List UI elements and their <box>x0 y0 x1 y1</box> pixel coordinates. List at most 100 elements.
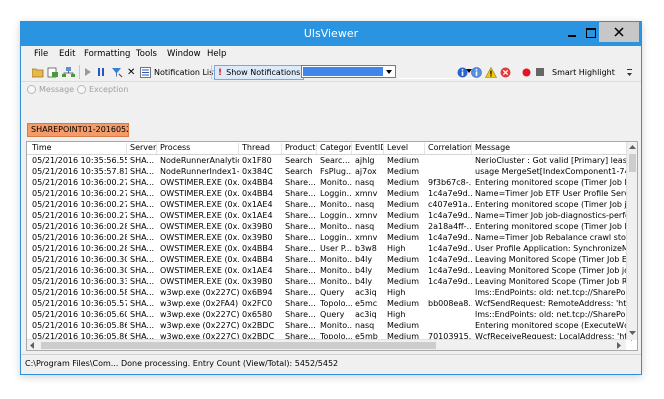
table-cell: User Profile Application: SynchronizeMII… <box>475 244 632 253</box>
table-row[interactable]: 05/21/2016 10:36:00.27 SHA... OWSTIMER.EXE… <box>27 210 632 221</box>
column-header[interactable]: Message <box>472 143 632 154</box>
horizontal-scrollbar[interactable] <box>27 339 626 350</box>
column-header[interactable]: Time <box>29 143 127 154</box>
error-icon[interactable] <box>500 66 511 78</box>
info-icon[interactable] <box>471 66 482 78</box>
table-row[interactable]: 05/21/2016 10:36:00.27 SHA... OWSTIMER.EXE… <box>27 199 632 210</box>
minimize-button[interactable] <box>564 26 580 40</box>
toolbar-overflow-icon[interactable] <box>627 66 632 78</box>
table-cell: Name=Timer Job ETF User Profile Service_… <box>475 189 632 198</box>
column-header[interactable]: Correlation <box>425 143 472 154</box>
show-notifications-button[interactable]: ! Show Notifications <box>214 65 305 80</box>
title-bar[interactable]: UlsViewer <box>21 22 641 46</box>
table-row[interactable]: 05/21/2016 10:36:05.86 SHA... w3wp.exe (0x… <box>27 320 632 331</box>
table-cell: Share... <box>285 255 316 264</box>
table-row[interactable]: 05/21/2016 10:36:05.57 SHA... w3wp.exe (0x… <box>27 298 632 309</box>
table-cell: b4ly <box>355 255 373 264</box>
table-cell: Medium <box>387 211 419 220</box>
table-row[interactable]: 05/21/2016 10:36:00.27 SHA... OWSTIMER.EXE… <box>27 177 632 188</box>
notification-list-button[interactable]: Notification List <box>140 66 216 78</box>
menu-formatting[interactable]: Formatting <box>84 49 130 59</box>
table-cell: Share... <box>285 178 316 187</box>
table-row[interactable]: 05/21/2016 10:36:00.28 SHA... OWSTIMER.EXE… <box>27 232 632 243</box>
clear-icon[interactable]: ✕ <box>127 66 135 78</box>
scroll-down-icon <box>629 331 636 335</box>
table-cell: 0x2BDC <box>242 321 275 330</box>
table-cell: SHA... <box>130 189 155 198</box>
table-cell: OWSTIMER.EXE (0x... <box>160 277 239 286</box>
table-cell: Entering monitored scope (Timer Job job-… <box>475 200 632 209</box>
table-row[interactable]: 05/21/2016 10:36:00.30 SHA... OWSTIMER.EXE… <box>27 265 632 276</box>
menu-help[interactable]: Help <box>207 49 226 59</box>
table-cell: SHA... <box>130 244 155 253</box>
column-header[interactable]: Process <box>157 143 239 154</box>
column-header[interactable]: Level <box>384 143 425 154</box>
search-mode-bar: Message Exception <box>21 82 641 96</box>
table-cell: xmnv <box>355 233 378 242</box>
table-row[interactable]: 05/21/2016 10:36:05.60 SHA... w3wp.exe (0x… <box>27 309 632 320</box>
table-cell: 05/21/2016 10:36:00.30 <box>32 266 127 275</box>
table-cell: Share... <box>285 233 316 242</box>
table-cell <box>425 166 472 177</box>
column-header[interactable]: Thread <box>239 143 282 154</box>
table-row[interactable]: 05/21/2016 10:36:00.27 SHA... OWSTIMER.EXE… <box>27 188 632 199</box>
close-button[interactable] <box>599 22 639 42</box>
pause-icon[interactable] <box>97 66 105 78</box>
filter-icon[interactable] <box>111 66 123 78</box>
scroll-thumb[interactable] <box>629 154 636 172</box>
table-cell: Share... <box>285 299 316 308</box>
table-cell: 0x4BB4 <box>242 244 273 253</box>
vertical-scrollbar[interactable] <box>626 142 637 340</box>
record-icon[interactable] <box>522 66 531 78</box>
table-row[interactable]: 05/21/2016 10:36:00.28 SHA... OWSTIMER.EXE… <box>27 243 632 254</box>
menu-file[interactable]: File <box>34 49 48 59</box>
table-cell: e5mc <box>355 299 378 308</box>
table-cell: Share... <box>285 266 316 275</box>
network-icon[interactable] <box>62 66 75 78</box>
table-row[interactable]: 05/21/2016 10:36:00.58 SHA... w3wp.exe (0x… <box>27 287 632 298</box>
table-cell: 0x1AE4 <box>242 266 273 275</box>
table-row[interactable]: 05/21/2016 10:35:56.55 SHA... NodeRunnerAn… <box>27 155 632 166</box>
maximize-button[interactable] <box>583 26 599 40</box>
table-cell: OWSTIMER.EXE (0x... <box>160 244 239 253</box>
play-icon[interactable] <box>84 66 92 78</box>
stop-icon[interactable] <box>536 66 544 78</box>
menu-window[interactable]: Window <box>167 49 201 59</box>
table-cell: Share... <box>285 211 316 220</box>
open-file-icon[interactable] <box>47 66 59 78</box>
table-row[interactable]: 05/21/2016 10:36:00.30 SHA... OWSTIMER.EXE… <box>27 254 632 265</box>
scroll-up-icon <box>629 145 636 149</box>
message-radio[interactable]: Message <box>27 85 74 94</box>
table-cell: xmnv <box>355 211 378 220</box>
table-cell: w3wp.exe (0x227C) <box>160 288 239 297</box>
scroll-thumb[interactable] <box>41 342 436 349</box>
column-header[interactable]: EventID <box>352 143 384 154</box>
tab-sharepoint01-log[interactable]: SHAREPOINT01-2016052... <box>27 123 129 137</box>
table-cell: Loggin... <box>320 189 352 198</box>
table-cell: 0x4BB4 <box>242 178 273 187</box>
smart-highlight-button[interactable]: Smart Highlight <box>552 66 615 78</box>
table-cell: OWSTIMER.EXE (0x... <box>160 222 239 231</box>
open-folder-icon[interactable] <box>32 66 44 78</box>
alert-icon: ! <box>218 67 223 78</box>
maximize-icon <box>586 28 596 38</box>
table-cell: 1c4a7e9d... <box>428 255 472 264</box>
info-bold-icon[interactable] <box>457 66 468 78</box>
table-row[interactable]: 05/21/2016 10:36:00.28 SHA... OWSTIMER.EXE… <box>27 221 632 232</box>
exception-radio[interactable]: Exception <box>77 85 128 94</box>
table-row[interactable]: 05/21/2016 10:35:57.81 SHA... NodeRunnerIn… <box>27 166 632 177</box>
table-cell: Share... <box>285 244 316 253</box>
table-cell: SHA... <box>130 321 155 330</box>
table-cell: OWSTIMER.EXE (0x... <box>160 200 239 209</box>
column-header[interactable]: Category <box>317 143 352 154</box>
filter-combo[interactable] <box>301 65 396 78</box>
table-row[interactable]: 05/21/2016 10:36:00.33 SHA... OWSTIMER.EXE… <box>27 276 632 287</box>
column-header[interactable]: Product <box>282 143 317 154</box>
menu-edit[interactable]: Edit <box>59 49 75 59</box>
menu-tools[interactable]: Tools <box>136 49 157 59</box>
warning-icon[interactable] <box>485 66 497 78</box>
table-cell: SHA... <box>130 299 155 308</box>
log-grid[interactable]: TimeServerProcessThreadProductCategoryEv… <box>26 141 638 351</box>
column-header[interactable]: Server <box>127 143 157 154</box>
show-notifications-label: Show Notifications <box>226 68 301 77</box>
